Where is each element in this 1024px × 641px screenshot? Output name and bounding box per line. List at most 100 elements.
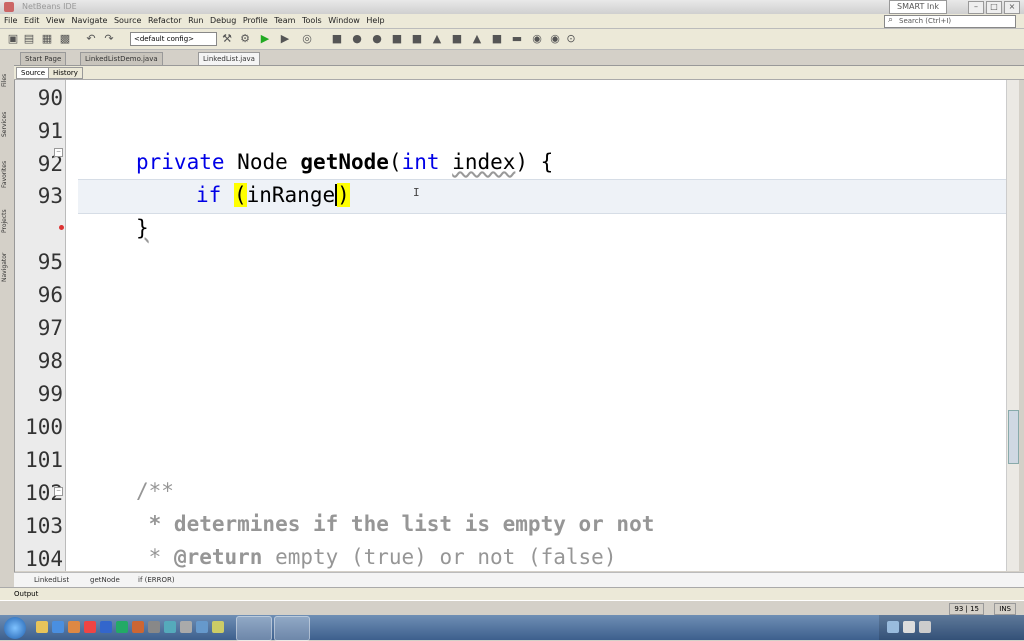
menu-run[interactable]: Run (188, 14, 203, 28)
taskbar-netbeans[interactable] (236, 616, 272, 641)
tab-linkedlist[interactable]: LinkedList.java (198, 52, 260, 65)
tool-g-icon[interactable]: ◉ (530, 32, 544, 46)
code-line-brace[interactable]: } (136, 216, 149, 240)
sidebar-item-services[interactable]: Services (1, 101, 13, 147)
code-line-104[interactable]: * @return empty (true) or not (false) (136, 545, 617, 569)
code-line-92[interactable]: private Node getNode(int index) { (136, 150, 553, 174)
tool-i-icon[interactable]: ⊙ (564, 32, 578, 46)
stop-icon[interactable]: ■ (330, 32, 344, 46)
start-button[interactable] (4, 617, 26, 639)
keyword: if (196, 183, 222, 207)
menu-help[interactable]: Help (366, 14, 384, 28)
keyword: int (401, 150, 440, 174)
sidebar-item-projects[interactable]: Projects (1, 201, 13, 241)
new-file-icon[interactable]: ▤ (22, 32, 36, 46)
tool-d-icon[interactable]: ▲ (470, 32, 484, 46)
breadcrumb-method[interactable]: getNode (90, 575, 120, 585)
sidebar-item-files[interactable]: Files (1, 63, 13, 97)
breadcrumb-statement[interactable]: if (ERROR) (138, 575, 175, 585)
folder-icon[interactable]: ■ (390, 32, 404, 46)
new-project-icon[interactable]: ▣ (6, 32, 20, 46)
output-tab[interactable]: Output (14, 589, 38, 600)
fold-toggle-icon[interactable]: − (54, 148, 63, 157)
menu-edit[interactable]: Edit (24, 14, 40, 28)
run-icon[interactable]: ▶ (258, 32, 272, 46)
menu-window[interactable]: Window (328, 14, 360, 28)
breadcrumb-class[interactable]: LinkedList (34, 575, 69, 585)
tool-b-icon[interactable]: ▲ (430, 32, 444, 46)
netbeans-icon (4, 2, 14, 12)
tool-e-icon[interactable]: ■ (490, 32, 504, 46)
taskbar-folder[interactable] (274, 616, 310, 641)
profile-icon[interactable]: ◎ (300, 32, 314, 46)
code-rest: ) { (515, 150, 554, 174)
tab-linkedlistdemo[interactable]: LinkedListDemo.java (80, 52, 163, 65)
line-number: 100 (25, 415, 63, 439)
maximize-icon[interactable]: □ (986, 1, 1002, 14)
code-line-103[interactable]: * determines if the list is empty or not (136, 512, 655, 536)
redo-icon[interactable]: ↷ (102, 32, 116, 46)
scrollbar-thumb[interactable] (1008, 410, 1019, 464)
firefox-icon[interactable] (68, 621, 80, 633)
ibeam-cursor-icon: I (413, 186, 420, 199)
app2-icon[interactable] (164, 621, 176, 633)
debug-icon[interactable]: ▶ (278, 32, 292, 46)
sidebar-item-navigator[interactable]: Navigator (1, 245, 13, 289)
smart-ink-button[interactable]: SMART Ink (889, 0, 947, 14)
tab-source[interactable]: Source (16, 67, 51, 79)
ie-icon[interactable] (52, 621, 64, 633)
vertical-scrollbar[interactable] (1006, 80, 1019, 571)
code-line-93[interactable]: if (inRange) (196, 183, 350, 207)
menu-team[interactable]: Team (274, 14, 295, 28)
code-line-102[interactable]: /** (136, 479, 174, 503)
line-number: 103 (25, 514, 63, 538)
file-tab-bar: Start Page LinkedListDemo.java LinkedLis… (14, 51, 1024, 66)
comment-text: /** (136, 479, 174, 503)
method-name: getNode (300, 150, 389, 174)
menu-view[interactable]: View (46, 14, 65, 28)
app4-icon[interactable] (196, 621, 208, 633)
save-all-icon[interactable]: ▩ (58, 32, 72, 46)
excel-icon[interactable] (116, 621, 128, 633)
menu-tools[interactable]: Tools (302, 14, 322, 28)
explorer-icon[interactable] (36, 621, 48, 633)
menu-profile[interactable]: Profile (243, 14, 268, 28)
open-project-icon[interactable]: ▦ (40, 32, 54, 46)
tool-a-icon[interactable]: ■ (410, 32, 424, 46)
close-icon[interactable]: × (1004, 1, 1020, 14)
minimize-icon[interactable]: – (968, 1, 984, 14)
menu-source[interactable]: Source (114, 14, 141, 28)
line-number: 93 (37, 184, 63, 208)
sidebar-item-favorites[interactable]: Favorites (1, 151, 13, 197)
tab-history[interactable]: History (48, 67, 83, 79)
tray-icon[interactable] (887, 621, 899, 633)
app-icon[interactable] (148, 621, 160, 633)
output-panel: Output (0, 587, 1024, 601)
error-marker-icon[interactable] (59, 225, 64, 230)
tool-h-icon[interactable]: ◉ (548, 32, 562, 46)
volume-icon[interactable] (919, 621, 931, 633)
build-icon[interactable]: ⚒ (220, 32, 234, 46)
app3-icon[interactable] (180, 621, 192, 633)
menu-debug[interactable]: Debug (210, 14, 236, 28)
record-icon[interactable]: ● (350, 32, 364, 46)
clean-build-icon[interactable]: ⚙ (238, 32, 252, 46)
powerpoint-icon[interactable] (132, 621, 144, 633)
tool-c-icon[interactable]: ■ (450, 32, 464, 46)
tool-f-icon[interactable]: ▬ (510, 32, 524, 46)
undo-icon[interactable]: ↶ (84, 32, 98, 46)
config-select[interactable]: <default config> (130, 32, 217, 46)
menu-refactor[interactable]: Refactor (148, 14, 182, 28)
tab-start-page[interactable]: Start Page (20, 52, 67, 65)
menu-file[interactable]: File (4, 14, 17, 28)
line-number: 99 (37, 382, 63, 406)
network-icon[interactable] (903, 621, 915, 633)
word-icon[interactable] (100, 621, 112, 633)
taskbar (0, 615, 1024, 641)
fold-toggle-icon[interactable]: − (54, 487, 63, 496)
search-input[interactable]: Search (Ctrl+I) (884, 15, 1016, 28)
app5-icon[interactable] (212, 621, 224, 633)
media-icon[interactable] (84, 621, 96, 633)
menu-navigate[interactable]: Navigate (72, 14, 108, 28)
record2-icon[interactable]: ● (370, 32, 384, 46)
